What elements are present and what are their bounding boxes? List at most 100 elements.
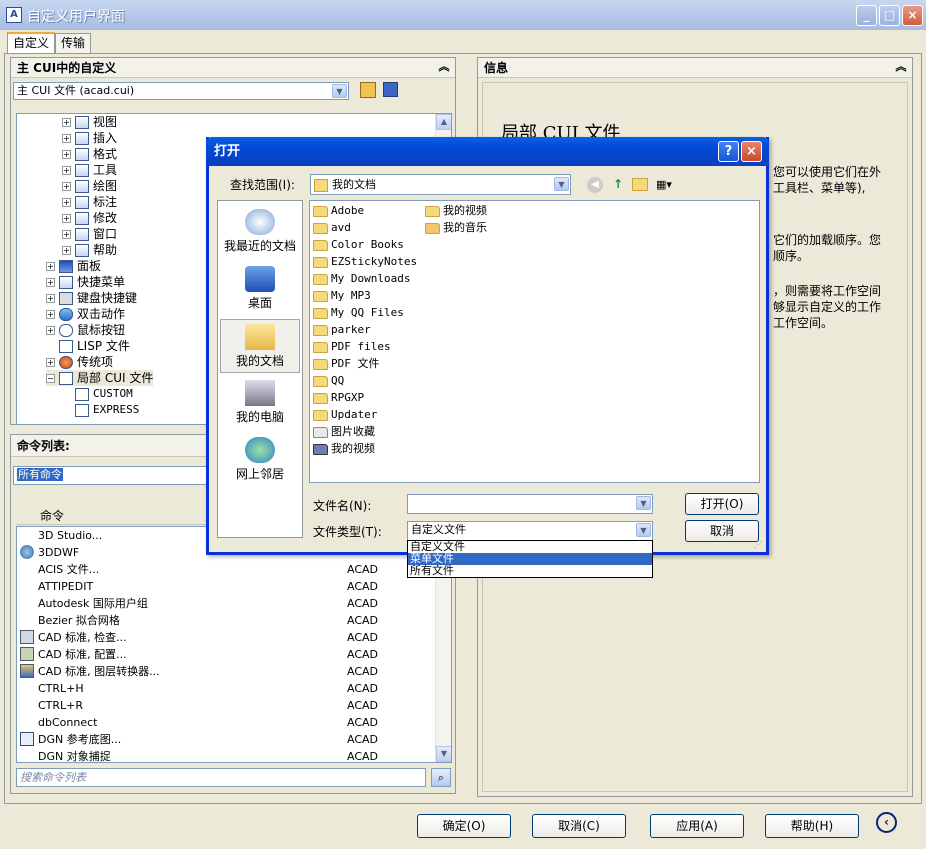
chevron-down-icon[interactable]: ▼ <box>554 177 569 191</box>
tree-node-format[interactable]: + 格式 <box>62 146 117 162</box>
expand-icon[interactable]: + <box>62 118 71 127</box>
up-folder-icon[interactable]: ↑ <box>610 177 626 193</box>
list-item[interactable]: My MP3 <box>313 287 371 304</box>
expand-icon[interactable]: + <box>62 182 71 191</box>
tree-node-dimension[interactable]: + 标注 <box>62 194 117 210</box>
list-item[interactable]: QQ <box>313 372 344 389</box>
tree-node-modify[interactable]: + 修改 <box>62 210 117 226</box>
list-item[interactable]: 图片收藏 <box>313 423 375 440</box>
cui-file-combo[interactable]: 主 CUI 文件 (acad.cui) ▼ <box>13 82 349 100</box>
tab-transfer[interactable]: 传输 <box>55 33 92 53</box>
command-search-input[interactable]: 搜索命令列表 <box>16 768 426 787</box>
place-my-computer[interactable]: 我的电脑 <box>220 376 300 430</box>
chevron-down-icon[interactable]: ▼ <box>332 84 347 98</box>
resize-grip-icon[interactable]: ⋰ <box>754 540 764 550</box>
list-item[interactable]: parker <box>313 321 371 338</box>
tab-customize[interactable]: 自定义 <box>7 32 56 54</box>
list-item[interactable]: avd <box>313 219 351 236</box>
ok-button[interactable]: 确定(O) <box>417 814 511 838</box>
place-recent[interactable]: 我最近的文档 <box>220 205 300 259</box>
list-item[interactable]: My QQ Files <box>313 304 404 321</box>
tree-node-keyboard-shortcuts[interactable]: + 键盘快捷键 <box>46 290 137 306</box>
load-partial-icon[interactable] <box>360 82 376 98</box>
tree-node-mouse-buttons[interactable]: + 鼠标按钮 <box>46 322 125 338</box>
open-button[interactable]: 打开(O) <box>685 493 759 515</box>
command-filter-combo[interactable]: 所有命令 <box>13 466 213 485</box>
dialog-cancel-button[interactable]: 取消 <box>685 520 759 542</box>
tree-node-view[interactable]: + 视图 <box>62 114 117 130</box>
place-desktop[interactable]: 桌面 <box>220 262 300 316</box>
tree-node-shortcut-menus[interactable]: + 快捷菜单 <box>46 274 125 290</box>
list-item[interactable]: ACIS 文件... ACAD <box>17 561 435 578</box>
chevron-down-icon[interactable]: ▼ <box>636 496 651 510</box>
dropdown-option[interactable]: 所有文件 <box>408 565 652 577</box>
tree-node-tools[interactable]: + 工具 <box>62 162 117 178</box>
minimize-button[interactable]: _ <box>856 5 877 26</box>
scroll-down-icon[interactable]: ▼ <box>436 746 451 762</box>
collapse-icon[interactable]: ︽ <box>894 60 908 74</box>
expand-icon[interactable]: + <box>62 166 71 175</box>
place-network[interactable]: 网上邻居 <box>220 433 300 487</box>
list-item[interactable]: RPGXP <box>313 389 364 406</box>
look-in-combo[interactable]: 我的文档 ▼ <box>310 174 571 195</box>
collapse-arrow-icon[interactable]: ‹ <box>876 812 897 833</box>
list-item[interactable]: DGN 对象捕捉 ACAD <box>17 748 435 762</box>
tree-node-draw[interactable]: + 绘图 <box>62 178 117 194</box>
place-my-documents[interactable]: 我的文档 <box>220 319 300 373</box>
tree-node-custom[interactable]: CUSTOM <box>75 386 133 402</box>
list-item[interactable]: CAD 标准, 检查... ACAD <box>17 629 435 646</box>
maximize-button[interactable]: □ <box>879 5 900 26</box>
back-icon[interactable]: ◀ <box>587 177 603 193</box>
apply-button[interactable]: 应用(A) <box>650 814 744 838</box>
dialog-close-icon[interactable]: × <box>741 141 762 162</box>
view-menu-icon[interactable]: ▦▾ <box>656 178 678 192</box>
cancel-button[interactable]: 取消(C) <box>532 814 626 838</box>
collapse-icon[interactable]: ︽ <box>437 60 451 74</box>
expand-icon[interactable]: + <box>62 150 71 159</box>
list-item[interactable]: Autodesk 国际用户组 ACAD <box>17 595 435 612</box>
expand-icon[interactable]: + <box>46 326 55 335</box>
help-button[interactable]: 帮助(H) <box>765 814 859 838</box>
expand-icon[interactable]: + <box>62 246 71 255</box>
expand-icon[interactable]: + <box>46 310 55 319</box>
tree-node-express[interactable]: EXPRESS <box>75 402 139 418</box>
tree-node-lisp-files[interactable]: LISP 文件 <box>59 338 130 354</box>
expand-icon[interactable]: + <box>62 134 71 143</box>
tree-node-legacy[interactable]: + 传统项 <box>46 354 113 370</box>
list-item[interactable]: Adobe <box>313 202 364 219</box>
expand-icon[interactable]: + <box>62 198 71 207</box>
collapse-node-icon[interactable]: − <box>46 374 55 383</box>
list-item[interactable]: 我的音乐 <box>425 219 487 236</box>
list-item[interactable]: CTRL+R ACAD <box>17 697 435 714</box>
tree-node-window[interactable]: + 窗口 <box>62 226 117 242</box>
tree-node-insert[interactable]: + 插入 <box>62 130 117 146</box>
list-item[interactable]: Color Books <box>313 236 404 253</box>
search-icon[interactable]: ⌕ <box>431 768 451 787</box>
tree-node-partial-cui[interactable]: − 局部 CUI 文件 <box>46 370 154 386</box>
list-item[interactable]: Updater <box>313 406 377 423</box>
filename-input[interactable]: ▼ <box>407 494 653 514</box>
list-item[interactable]: CAD 标准, 图层转换器... ACAD <box>17 663 435 680</box>
chevron-down-icon[interactable]: ▼ <box>636 523 651 537</box>
list-item[interactable]: 我的视频 <box>313 440 375 457</box>
save-icon[interactable] <box>383 82 398 97</box>
list-item[interactable]: EZStickyNotes <box>313 253 417 270</box>
list-item[interactable]: My Downloads <box>313 270 410 287</box>
expand-icon[interactable]: + <box>62 230 71 239</box>
help-icon[interactable]: ? <box>718 141 739 162</box>
list-item[interactable]: ATTIPEDIT ACAD <box>17 578 435 595</box>
expand-icon[interactable]: + <box>46 294 55 303</box>
scroll-up-icon[interactable]: ▲ <box>436 114 451 130</box>
expand-icon[interactable]: + <box>46 278 55 287</box>
list-item[interactable]: PDF 文件 <box>313 355 380 372</box>
list-item[interactable]: dbConnect ACAD <box>17 714 435 731</box>
expand-icon[interactable]: + <box>46 262 55 271</box>
close-button[interactable]: × <box>902 5 923 26</box>
list-item[interactable]: PDF files <box>313 338 391 355</box>
list-item[interactable]: Bezier 拟合网格 ACAD <box>17 612 435 629</box>
filetype-combo[interactable]: 自定义文件 ▼ <box>407 521 653 541</box>
tree-node-panels[interactable]: + 面板 <box>46 258 101 274</box>
list-item[interactable]: DGN 参考底图... ACAD <box>17 731 435 748</box>
list-item[interactable]: CTRL+H ACAD <box>17 680 435 697</box>
expand-icon[interactable]: + <box>62 214 71 223</box>
